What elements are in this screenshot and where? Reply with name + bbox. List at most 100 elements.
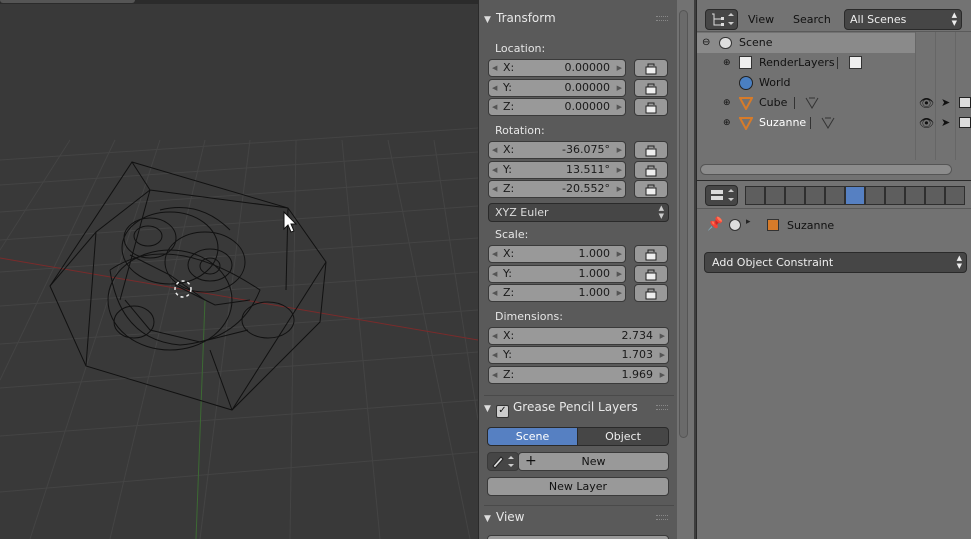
outliner-header: View Search All Scenes ▲ ▼	[697, 0, 971, 32]
rotation-y-field[interactable]: ◀ Y: 13.511° ▶	[488, 161, 626, 179]
lock-scale-y-icon[interactable]	[634, 265, 668, 283]
world-icon[interactable]	[805, 186, 825, 205]
visibility-eye-icon[interactable]: 👁	[919, 93, 934, 113]
world-icon	[739, 76, 753, 90]
outliner-row-cube[interactable]: ⊕ Cube 👁 ➤	[697, 93, 971, 113]
properties-shelf: ▼ Transform Location: ◀ X: 0.00000 ▶ ◀ Y: 0.00…	[478, 0, 694, 539]
scale-x-field[interactable]: ◀ X: 1.000 ▶	[488, 245, 626, 263]
viewport-header-tab[interactable]	[0, 0, 135, 3]
material-icon[interactable]	[905, 186, 925, 205]
render-camera-icon[interactable]	[959, 97, 971, 108]
render-layers-icon	[739, 56, 752, 69]
drag-grip-icon[interactable]	[656, 16, 668, 21]
location-y-field[interactable]: ◀ Y: 0.00000 ▶	[488, 79, 626, 97]
lock-scale-x-icon[interactable]	[634, 245, 668, 263]
rotation-x-field[interactable]: ◀ X: -36.075° ▶	[488, 141, 626, 159]
object-icon[interactable]	[825, 186, 845, 205]
lock-rotation-x-icon[interactable]	[634, 141, 668, 159]
render-camera-icon[interactable]	[959, 117, 971, 128]
drag-grip-icon[interactable]	[656, 515, 668, 520]
transform-panel-header[interactable]: ▼ Transform	[484, 7, 674, 29]
lock-rotation-z-icon[interactable]	[634, 180, 668, 198]
grease-pencil-checkbox[interactable]: ✓	[496, 405, 509, 418]
render-layers-icon[interactable]	[765, 186, 785, 205]
grease-pencil-panel-header[interactable]: ▼ ✓ Grease Pencil Layers	[484, 395, 674, 418]
collapse-triangle-icon: ▼	[484, 514, 491, 524]
suzanne-wireframe	[107, 207, 295, 351]
rotation-z-field[interactable]: ◀ Z: -20.552° ▶	[488, 180, 626, 198]
rotation-mode-dropdown[interactable]: XYZ Euler ▲ ▼	[488, 203, 669, 222]
editor-type-dropdown[interactable]	[705, 185, 738, 206]
select-cursor-icon[interactable]: ➤	[941, 93, 950, 113]
dimensions-y-field[interactable]: ◀ Y: 1.703 ▶	[488, 346, 669, 364]
pin-icon[interactable]: 📌	[707, 217, 723, 232]
tab-scene[interactable]: Scene	[487, 427, 578, 446]
shelf-scrollbar[interactable]	[679, 10, 688, 438]
mesh-data-icon	[805, 97, 819, 109]
render-icon[interactable]	[745, 186, 765, 205]
scale-label: Scale:	[495, 228, 529, 241]
add-object-constraint-dropdown[interactable]: Add Object Constraint ▲ ▼	[704, 252, 967, 273]
updown-arrows-icon: ▲ ▼	[658, 204, 664, 220]
menu-search[interactable]: Search	[793, 13, 831, 26]
editor-type-dropdown[interactable]	[705, 9, 738, 30]
outliner-row-suzanne[interactable]: ⊕ Suzanne 👁 ➤	[697, 113, 971, 133]
select-cursor-icon[interactable]: ➤	[941, 113, 950, 133]
dimensions-x-field[interactable]: ◀ X: 2.734 ▶	[488, 327, 669, 345]
pencil-datablock-dropdown[interactable]	[487, 452, 519, 471]
transform-title: Transform	[496, 11, 556, 25]
viewport-top-edge	[0, 0, 478, 4]
properties-editor-icon	[711, 189, 734, 201]
viewport-scene	[0, 127, 478, 539]
location-z-field[interactable]: ◀ Z: 0.00000 ▶	[488, 98, 626, 116]
collapse-icon[interactable]: ⊖	[702, 33, 710, 53]
drag-grip-icon[interactable]	[656, 405, 668, 410]
scale-z-field[interactable]: ◀ Z: 1.000 ▶	[488, 284, 626, 302]
display-mode-dropdown[interactable]: All Scenes ▲ ▼	[844, 9, 962, 30]
lock-rotation-y-icon[interactable]	[634, 161, 668, 179]
outliner-horizontal-scrollbar[interactable]	[700, 164, 952, 175]
updown-arrows-icon: ▲ ▼	[951, 11, 957, 27]
view-panel-field[interactable]	[487, 535, 669, 539]
breadcrumb-chevron-icon: ▸	[746, 217, 751, 227]
visibility-eye-icon[interactable]: 👁	[919, 113, 934, 133]
scene-link-icon	[729, 219, 741, 231]
3d-viewport[interactable]	[0, 0, 478, 539]
lock-location-x-icon[interactable]	[634, 59, 668, 77]
grease-pencil-title: Grease Pencil Layers	[513, 400, 638, 414]
menu-view[interactable]: View	[748, 13, 774, 26]
collapse-triangle-icon: ▼	[484, 404, 491, 414]
expand-icon[interactable]: ⊕	[723, 113, 731, 133]
particles-icon[interactable]	[945, 186, 965, 205]
scene-icon[interactable]	[785, 186, 805, 205]
new-grease-pencil-button[interactable]: + New	[518, 452, 669, 471]
constraints-icon[interactable]	[845, 186, 865, 205]
object-icon	[739, 117, 753, 130]
render-layer-icon	[849, 56, 862, 69]
location-x-field[interactable]: ◀ X: 0.00000 ▶	[488, 59, 626, 77]
lock-location-z-icon[interactable]	[634, 98, 668, 116]
outliner: View Search All Scenes ▲ ▼ ⊖ Scene ⊕ Rende…	[696, 0, 971, 180]
new-layer-button[interactable]: New Layer	[487, 477, 669, 496]
tab-object[interactable]: Object	[577, 427, 669, 446]
outliner-editor-icon	[712, 13, 734, 26]
lock-location-y-icon[interactable]	[634, 79, 668, 97]
scale-y-field[interactable]: ◀ Y: 1.000 ▶	[488, 265, 626, 283]
breadcrumb-object: Suzanne	[787, 219, 835, 232]
outliner-row-world[interactable]: World	[697, 73, 971, 93]
outliner-row-renderlayers[interactable]: ⊕ RenderLayers	[697, 53, 971, 73]
expand-icon[interactable]: ⊕	[723, 93, 731, 113]
dimensions-label: Dimensions:	[495, 310, 563, 323]
location-label: Location:	[495, 42, 546, 55]
mesh-data-icon	[821, 117, 835, 129]
collapse-triangle-icon: ▼	[484, 15, 491, 25]
lock-scale-z-icon[interactable]	[634, 284, 668, 302]
outliner-row-scene[interactable]: ⊖ Scene	[697, 33, 915, 53]
expand-icon[interactable]: ⊕	[723, 53, 731, 73]
dimensions-z-field[interactable]: ◀ Z: 1.969 ▶	[488, 366, 669, 384]
view-panel-header[interactable]: ▼ View	[484, 505, 674, 527]
modifiers-icon[interactable]	[865, 186, 885, 205]
data-icon[interactable]	[885, 186, 905, 205]
texture-icon[interactable]	[925, 186, 945, 205]
pencil-icon	[492, 456, 514, 469]
